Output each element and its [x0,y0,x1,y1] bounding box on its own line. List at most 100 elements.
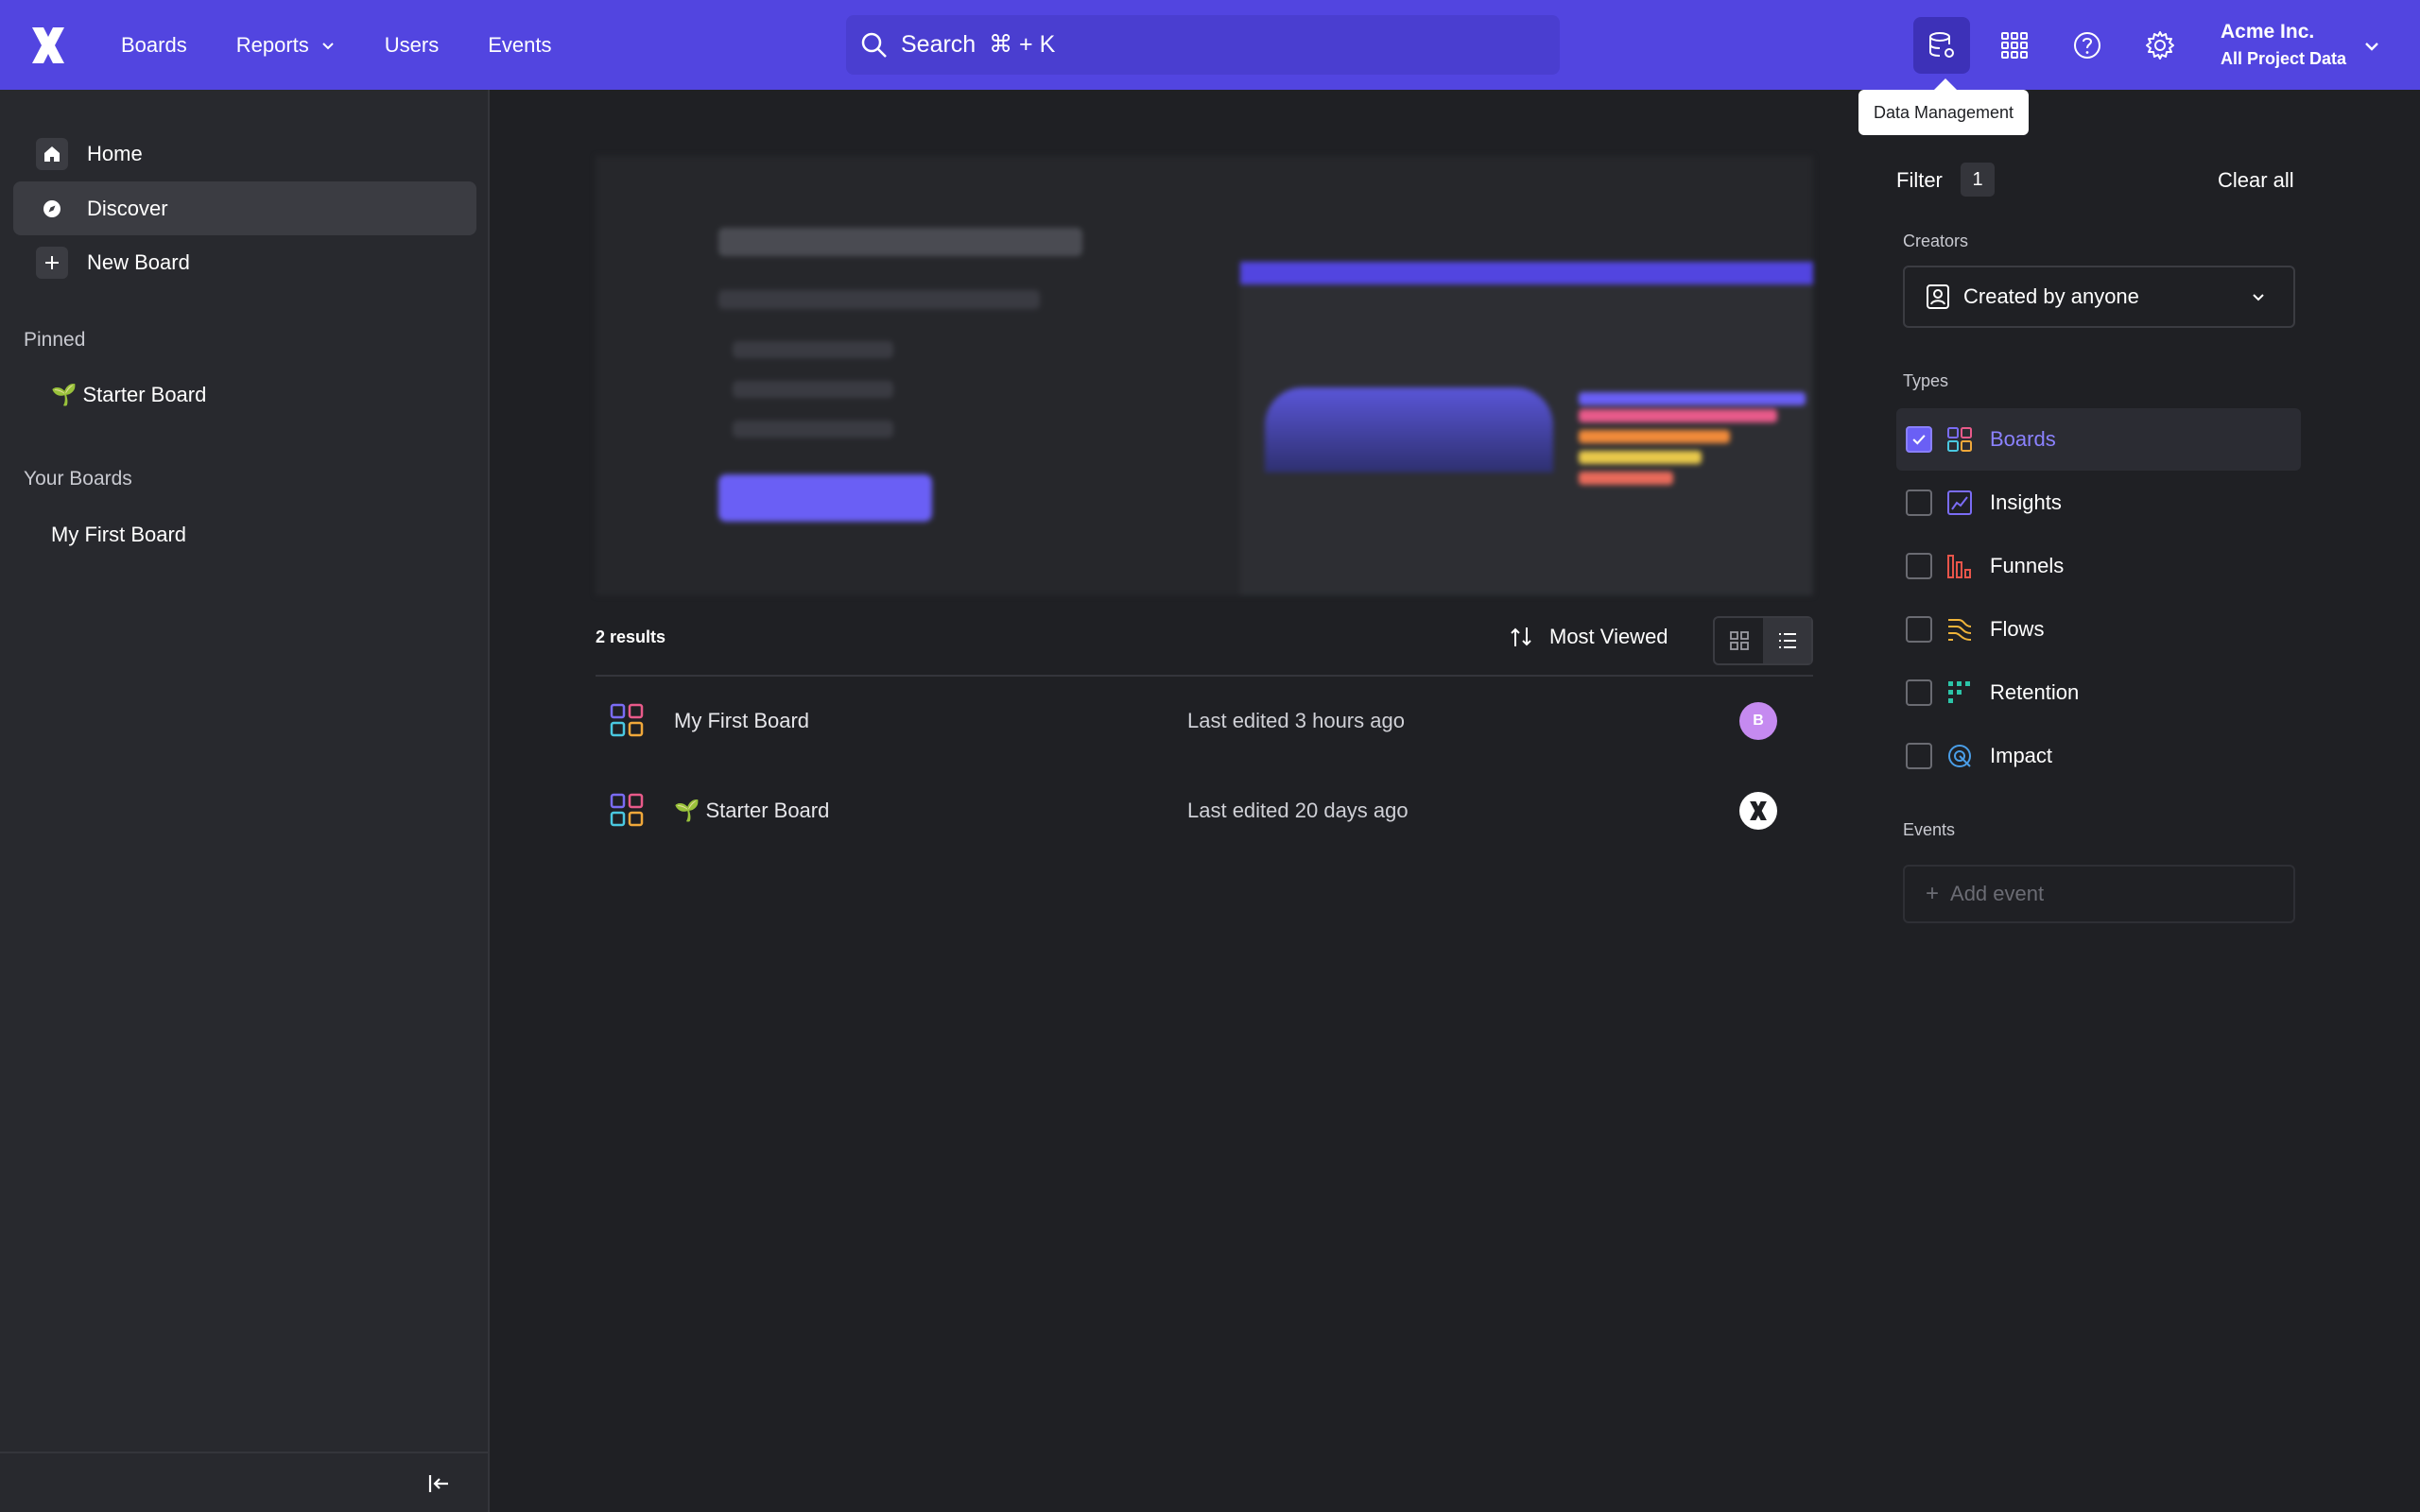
checkbox[interactable] [1906,553,1932,579]
add-event-button[interactable]: + Add event [1903,865,2295,923]
nav-boards-label: Boards [121,32,187,57]
gear-icon [2146,31,2174,60]
type-filter-funnels[interactable]: Funnels [1896,535,2301,597]
types-heading: Types [1903,371,1949,390]
creators-heading: Creators [1903,232,1969,250]
add-event-label: Add event [1950,882,2045,905]
help-icon [2074,32,2100,59]
chevron-down-icon [322,42,334,49]
your-boards-heading: Your Boards [24,468,132,490]
board-name[interactable]: 🌱 Starter Board [674,799,829,823]
type-filter-flows[interactable]: Flows [1896,598,2301,661]
nav-reports-label: Reports [235,32,309,57]
filter-count-badge: 1 [1961,163,1995,197]
checkbox[interactable] [1906,679,1932,706]
pinned-heading: Pinned [24,329,86,351]
events-heading: Events [1903,820,1956,839]
sidebar-item-label: New Board [87,249,190,274]
sidebar-item-label: Discover [87,196,168,220]
collapse-sidebar-icon[interactable] [425,1470,452,1497]
board-icon [610,703,644,737]
nav-users[interactable]: Users [385,33,439,58]
sort-label: Most Viewed [1549,625,1668,648]
compass-icon [36,193,68,225]
grid-view-button[interactable] [1715,618,1763,663]
sidebar-item-home[interactable]: Home [13,127,476,180]
user-card-icon [1927,284,1949,309]
sidebar-item-new-board[interactable]: New Board [13,235,476,289]
board-last-edited: Last edited 20 days ago [1187,799,1409,822]
creator-select[interactable]: Created by anyone [1903,266,2295,328]
help-button[interactable] [2059,17,2116,74]
checkbox-checked[interactable] [1906,426,1932,453]
impact-icon [1948,745,1971,767]
table-row[interactable]: 🌱 Starter Board Last edited 20 days ago [596,773,1813,849]
sidebar-item-discover[interactable]: Discover [13,181,476,235]
mixpanel-logo-icon[interactable] [28,26,68,65]
search-icon [861,32,887,58]
apps-button[interactable] [1986,17,2043,74]
clear-all-button[interactable]: Clear all [2218,168,2294,193]
starter-board-banner-blurred [596,156,1813,595]
mixpanel-avatar-icon [1750,801,1767,820]
top-bar: Boards Reports Users Events Acme Inc. Al… [0,0,2420,90]
board-icon [610,793,644,827]
flows-icon [1948,619,1972,641]
type-label: Funnels [1990,554,2065,577]
sort-icon [1511,627,1531,646]
pinned-item-starter-board[interactable]: 🌱 Starter Board [51,383,206,407]
account-project: All Project Data [2221,49,2347,68]
table-row[interactable]: My First Board Last edited 3 hours ago B [596,683,1813,759]
boards-icon [1947,427,1972,452]
results-count: 2 results [596,627,666,646]
board-last-edited: Last edited 3 hours ago [1187,709,1405,732]
sidebar-item-label: Home [87,141,143,165]
type-label: Boards [1990,427,2056,451]
retention-icon [1948,681,1970,703]
insights-icon [1947,490,1972,515]
type-label: Retention [1990,680,2080,704]
avatar [1739,792,1777,830]
sidebar-footer [0,1452,488,1512]
avatar: B [1739,702,1777,740]
sort-dropdown[interactable]: Most Viewed [1508,624,1668,650]
plus-icon [36,246,68,279]
global-search[interactable] [846,15,1560,75]
type-filter-boards[interactable]: Boards [1896,408,2301,471]
type-label: Insights [1990,490,2062,514]
type-label: Impact [1990,744,2053,767]
view-toggle [1713,616,1813,665]
sidebar: Home Discover New Board Pinned 🌱 Starter… [0,90,490,1512]
funnels-icon [1947,555,1971,578]
type-filter-insights[interactable]: Insights [1896,472,2301,534]
nav-events[interactable]: Events [488,33,551,58]
type-filter-retention[interactable]: Retention [1896,662,2301,724]
home-icon [36,137,68,170]
account-name: Acme Inc. [2221,21,2315,43]
nav-boards[interactable]: Boards [121,33,187,58]
checkbox[interactable] [1906,490,1932,516]
chevron-down-icon[interactable] [2361,36,2382,57]
results-toolbar: 2 results Most Viewed [596,612,1813,677]
nav-reports[interactable]: Reports [236,33,336,58]
plus-icon: + [1926,881,1940,906]
list-view-icon [1778,633,1796,648]
search-input[interactable] [901,31,1468,59]
creator-select-value: Created by anyone [1963,284,2139,308]
type-filter-impact[interactable]: Impact [1896,725,2301,787]
filter-title: Filter [1896,168,1943,192]
account-switcher[interactable]: Acme Inc. All Project Data [2221,21,2346,69]
chevron-down-icon [2253,294,2264,301]
data-management-button[interactable] [1913,17,1970,74]
board-name[interactable]: My First Board [674,709,809,733]
checkbox[interactable] [1906,743,1932,769]
nav-users-label: Users [384,32,440,57]
tooltip-data-management: Data Management [1858,78,2029,135]
list-view-button[interactable] [1763,618,1811,663]
grid-icon [2001,32,2028,59]
main-nav: Boards Reports Users Events [121,0,600,90]
settings-button[interactable] [2132,17,2188,74]
your-board-my-first-board[interactable]: My First Board [51,523,186,547]
checkbox[interactable] [1906,616,1932,643]
grid-view-icon [1729,631,1749,650]
